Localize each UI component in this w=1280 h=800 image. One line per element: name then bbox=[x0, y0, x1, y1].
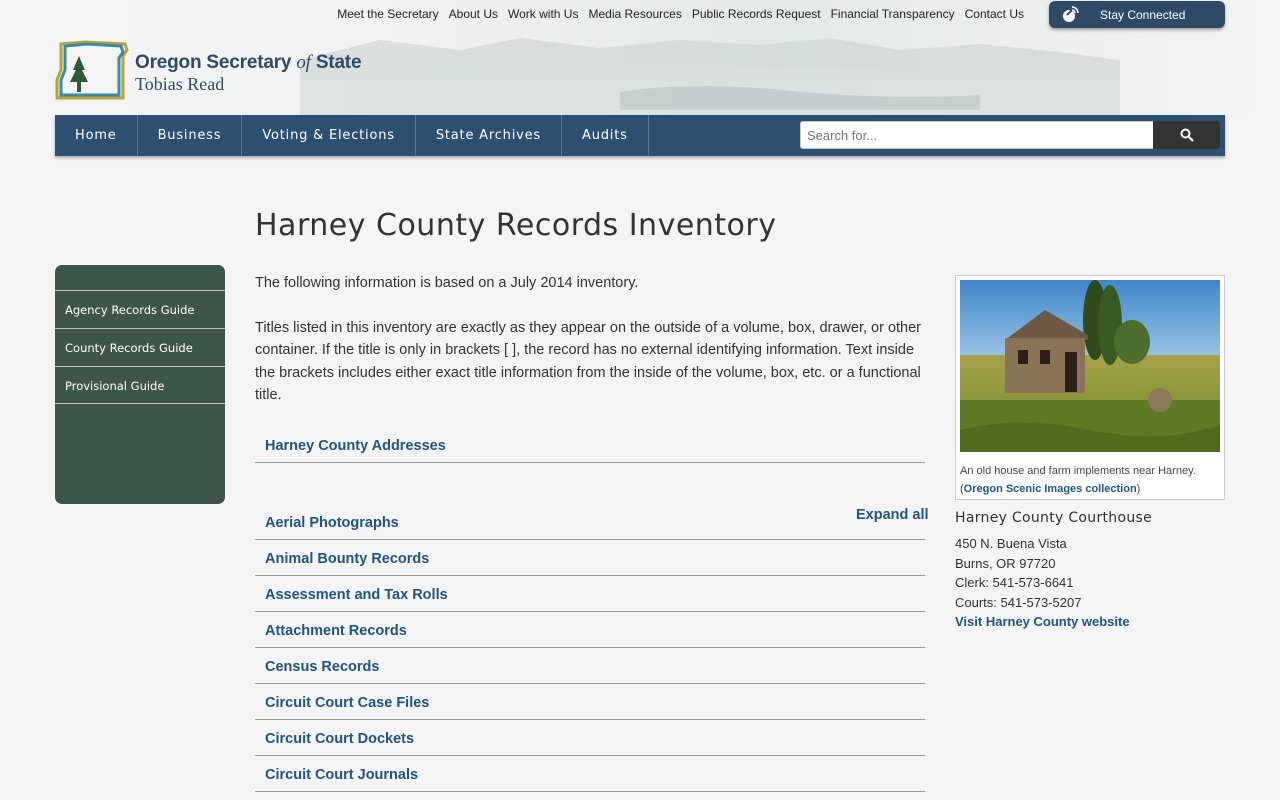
sidebar-item-provisional-guide[interactable]: Provisional Guide bbox=[55, 366, 225, 404]
logo-secretary-name: Tobias Read bbox=[135, 74, 225, 94]
page-title: Harney County Records Inventory bbox=[255, 208, 777, 243]
accordion-item-animal-bounty-records[interactable]: Animal Bounty Records bbox=[255, 540, 925, 576]
records-accordion: Aerial Photographs Animal Bounty Records… bbox=[255, 504, 925, 792]
courthouse-clerk-phone: Clerk: 541-573-6641 bbox=[955, 575, 1074, 590]
utility-link-contact-us[interactable]: Contact Us bbox=[965, 7, 1024, 21]
utility-link-meet-the-secretary[interactable]: Meet the Secretary bbox=[337, 7, 438, 21]
courthouse-title: Harney County Courthouse bbox=[955, 510, 1153, 526]
accordion-item-aerial-photographs[interactable]: Aerial Photographs bbox=[255, 504, 925, 540]
accordion-item-circuit-court-case-files[interactable]: Circuit Court Case Files bbox=[255, 684, 925, 720]
accordion-item-assessment-tax-rolls[interactable]: Assessment and Tax Rolls bbox=[255, 576, 925, 612]
oregon-tree-logo-icon bbox=[55, 40, 129, 100]
harney-county-addresses-link[interactable]: Harney County Addresses bbox=[255, 432, 925, 463]
logo-title-of: of bbox=[296, 52, 311, 73]
utility-link-media-resources[interactable]: Media Resources bbox=[588, 7, 681, 21]
nav-home[interactable]: Home bbox=[55, 115, 138, 156]
stay-connected-button[interactable]: Stay Connected bbox=[1049, 1, 1225, 28]
courthouse-address-line1: 450 N. Buena Vista bbox=[955, 536, 1067, 551]
search-button[interactable] bbox=[1153, 121, 1220, 149]
old-house-photo bbox=[960, 280, 1220, 452]
utility-link-work-with-us[interactable]: Work with Us bbox=[508, 7, 578, 21]
accordion-item-census-records[interactable]: Census Records bbox=[255, 648, 925, 684]
utility-link-financial-transparency[interactable]: Financial Transparency bbox=[831, 7, 955, 21]
logo-text: Oregon Secretary of State Tobias Read bbox=[135, 52, 362, 95]
header-banner: Meet the Secretary About Us Work with Us… bbox=[0, 0, 1280, 118]
courthouse-courts-phone: Courts: 541-573-5207 bbox=[955, 594, 1082, 610]
caption-text: An old house and farm implements near Ha… bbox=[960, 465, 1196, 477]
courthouse-address-line2: Burns, OR 97720 bbox=[955, 555, 1056, 571]
oregon-scenic-images-link[interactable]: Oregon Scenic Images collection bbox=[964, 483, 1137, 495]
courthouse-info: Harney County Courthouse 450 N. Buena Vi… bbox=[955, 510, 1225, 632]
nav-voting-elections[interactable]: Voting & Elections bbox=[242, 115, 416, 156]
intro-paragraph-1: The following information is based on a … bbox=[255, 275, 639, 291]
accordion-item-attachment-records[interactable]: Attachment Records bbox=[255, 612, 925, 648]
main-nav: Home Business Voting & Elections State A… bbox=[55, 115, 1225, 156]
utility-link-public-records-request[interactable]: Public Records Request bbox=[692, 7, 821, 21]
photo-card: An old house and farm implements near Ha… bbox=[955, 275, 1225, 500]
accordion-item-circuit-court-journals[interactable]: Circuit Court Journals bbox=[255, 756, 925, 792]
accordion-item-circuit-court-dockets[interactable]: Circuit Court Dockets bbox=[255, 720, 925, 756]
visit-county-website-link[interactable]: Visit Harney County website bbox=[955, 614, 1130, 629]
stay-connected-label: Stay Connected bbox=[1100, 7, 1186, 22]
satellite-signal-icon bbox=[1063, 5, 1079, 22]
logo-title-part2: State bbox=[315, 52, 362, 73]
oregon-sos-logo[interactable]: Oregon Secretary of State Tobias Read bbox=[55, 40, 362, 100]
sidebar-item-agency-records-guide[interactable]: Agency Records Guide bbox=[55, 290, 225, 328]
sidebar-item-county-records-guide[interactable]: County Records Guide bbox=[55, 328, 225, 366]
intro-paragraph-2: Titles listed in this inventory are exac… bbox=[255, 319, 922, 404]
sidebar: Agency Records Guide County Records Guid… bbox=[55, 265, 225, 504]
nav-state-archives[interactable]: State Archives bbox=[416, 115, 562, 156]
caption-close-paren: ) bbox=[1136, 483, 1141, 495]
intro-text: The following information is based on a … bbox=[255, 272, 925, 407]
nav-business[interactable]: Business bbox=[138, 115, 243, 156]
utility-link-about-us[interactable]: About Us bbox=[449, 7, 498, 21]
search-icon bbox=[1180, 128, 1194, 142]
logo-title-part1: Oregon Secretary bbox=[135, 52, 292, 73]
photo-caption: An old house and farm implements near Ha… bbox=[960, 462, 1220, 498]
utility-nav: Meet the Secretary About Us Work with Us… bbox=[337, 7, 1024, 21]
search-input[interactable] bbox=[800, 121, 1154, 149]
nav-audits[interactable]: Audits bbox=[562, 115, 649, 156]
